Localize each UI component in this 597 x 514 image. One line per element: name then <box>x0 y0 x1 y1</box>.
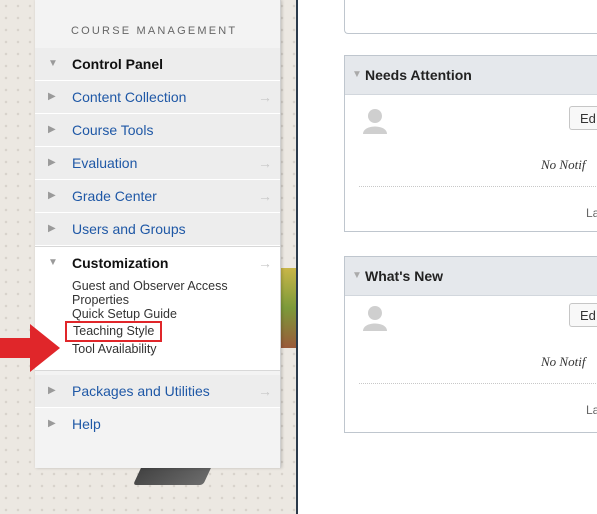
menu-item-label: Help <box>72 416 101 432</box>
top-module-fragment <box>344 0 597 34</box>
menu-item-users-and-groups[interactable]: ▶ Users and Groups <box>35 213 280 246</box>
customization-section: ▼ Customization → Guest and Observer Acc… <box>35 246 280 371</box>
expand-triangle-icon: ▶ <box>48 223 56 234</box>
arrow-right-icon[interactable]: → <box>258 180 272 212</box>
menu-header: COURSE MANAGEMENT <box>71 25 238 37</box>
menu-item-evaluation[interactable]: ▶ Evaluation → <box>35 147 280 180</box>
sub-item-tool-availability[interactable]: Tool Availability <box>35 342 280 356</box>
course-management-menu: COURSE MANAGEMENT ▼ Control Panel ▶ Cont… <box>35 0 281 468</box>
expand-triangle-icon: ▶ <box>48 385 56 396</box>
arrow-right-icon[interactable]: → <box>258 81 272 113</box>
collapse-triangle-icon[interactable]: ▼ <box>352 257 362 295</box>
avatar-icon <box>363 306 387 331</box>
menu-item-label: Grade Center <box>72 188 157 204</box>
collapse-triangle-icon: ▼ <box>48 58 58 69</box>
empty-state-text: No Notif <box>541 157 586 172</box>
module-header[interactable]: ▼ What's New <box>345 257 597 296</box>
expand-triangle-icon: ▶ <box>48 91 56 102</box>
menu-item-label: Evaluation <box>72 155 138 171</box>
menu-item-label: Packages and Utilities <box>72 383 210 399</box>
customization-toggle[interactable]: ▼ Customization → <box>35 247 280 279</box>
divider <box>359 383 597 384</box>
arrow-right-icon[interactable]: → <box>258 247 272 279</box>
menu-item-label: Users and Groups <box>72 221 186 237</box>
customization-label: Customization <box>72 255 169 271</box>
content-divider <box>296 0 298 514</box>
footer-text: La <box>586 206 597 220</box>
footer-text: La <box>586 403 597 417</box>
sub-item-teaching-style[interactable]: Teaching Style <box>65 321 163 342</box>
whats-new-module: ▼ What's New Ed No Notif La <box>344 256 597 433</box>
sub-item-guest-observer-access[interactable]: Guest and Observer Access <box>35 279 280 293</box>
menu-item-packages-and-utilities[interactable]: ▶ Packages and Utilities → <box>35 375 280 408</box>
menu-item-label: Course Tools <box>72 122 154 138</box>
avatar-icon <box>363 109 387 134</box>
empty-state-text: No Notif <box>541 354 586 369</box>
arrow-right-icon[interactable]: → <box>258 147 272 179</box>
sub-item-quick-setup-guide[interactable]: Quick Setup Guide <box>35 307 280 321</box>
expand-triangle-icon: ▶ <box>48 190 56 201</box>
edit-button[interactable]: Ed <box>569 303 597 327</box>
module-title: Needs Attention <box>365 67 472 83</box>
expand-triangle-icon: ▶ <box>48 418 56 429</box>
module-title: What's New <box>365 268 444 284</box>
red-arrow-icon <box>0 324 60 372</box>
expand-triangle-icon: ▶ <box>48 157 56 168</box>
module-header[interactable]: ▼ Needs Attention <box>345 56 597 95</box>
menu-item-label: Content Collection <box>72 89 187 105</box>
menu-item-course-tools[interactable]: ▶ Course Tools <box>35 114 280 147</box>
menu-item-content-collection[interactable]: ▶ Content Collection → <box>35 81 280 114</box>
sub-item-properties[interactable]: Properties <box>35 293 280 307</box>
needs-attention-module: ▼ Needs Attention Ed No Notif La <box>344 55 597 232</box>
collapse-triangle-icon[interactable]: ▼ <box>352 56 362 94</box>
divider <box>359 186 597 187</box>
control-panel-label: Control Panel <box>72 56 164 72</box>
menu-item-help[interactable]: ▶ Help <box>35 408 280 440</box>
arrow-right-icon[interactable]: → <box>258 375 272 407</box>
edit-button[interactable]: Ed <box>569 106 597 130</box>
expand-triangle-icon: ▶ <box>48 124 56 135</box>
menu-item-grade-center[interactable]: ▶ Grade Center → <box>35 180 280 213</box>
control-panel-toggle[interactable]: ▼ Control Panel <box>35 48 280 81</box>
collapse-triangle-icon: ▼ <box>48 257 58 268</box>
